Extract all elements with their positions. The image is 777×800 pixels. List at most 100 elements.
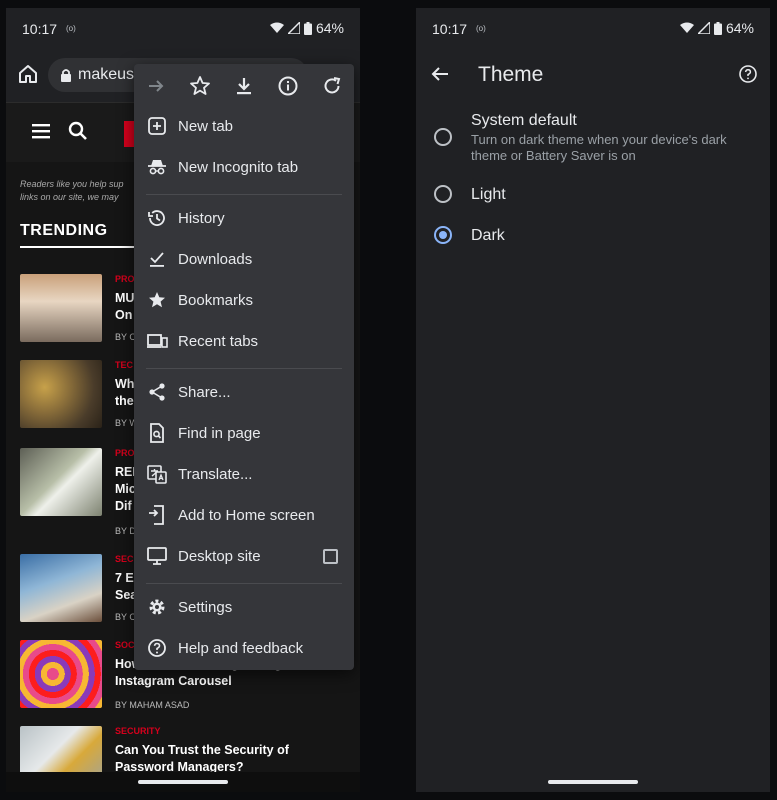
gesture-nav-bar bbox=[6, 772, 360, 792]
history-icon bbox=[148, 210, 165, 226]
menu-item-bookmarks[interactable]: Bookmarks bbox=[134, 280, 354, 321]
desktop-icon bbox=[147, 547, 167, 565]
trending-heading: TRENDING bbox=[20, 222, 108, 239]
find-in-page-icon bbox=[150, 423, 164, 443]
settings-icon bbox=[149, 599, 165, 615]
chrome-browser-screen: 10:17 (o) 64% makeus Readers like you he… bbox=[6, 8, 360, 792]
menu-item-help-and-feedback[interactable]: Help and feedback bbox=[134, 628, 354, 669]
menu-divider bbox=[146, 194, 342, 195]
radio-button-selected[interactable] bbox=[434, 226, 452, 244]
option-label: Light bbox=[471, 186, 506, 203]
theme-option-light[interactable]: Light bbox=[416, 178, 770, 214]
menu-item-find-in-page[interactable]: Find in page bbox=[134, 413, 354, 454]
forward-icon[interactable] bbox=[144, 74, 168, 98]
hamburger-menu-icon[interactable] bbox=[32, 123, 50, 139]
article-category: PRO bbox=[115, 274, 135, 284]
recent-tabs-icon bbox=[147, 334, 168, 348]
article-category: SEC bbox=[115, 554, 134, 564]
option-label: Dark bbox=[471, 227, 505, 244]
article-title[interactable]: Can You Trust the Security of Password M… bbox=[115, 742, 345, 776]
status-bar: 10:17 (o) 64% bbox=[6, 8, 360, 48]
battery-icon bbox=[303, 21, 312, 35]
article-thumbnail[interactable] bbox=[20, 554, 102, 622]
article-category: SOC bbox=[115, 640, 135, 650]
menu-divider bbox=[146, 368, 342, 369]
lock-icon bbox=[61, 69, 71, 82]
back-arrow-icon[interactable] bbox=[430, 64, 450, 84]
incognito-icon bbox=[148, 160, 166, 175]
star-icon[interactable] bbox=[188, 74, 212, 98]
home-icon[interactable] bbox=[16, 62, 40, 86]
status-time: 10:17 bbox=[432, 21, 468, 37]
menu-item-recent-tabs[interactable]: Recent tabs bbox=[134, 321, 354, 362]
menu-item-label: Find in page bbox=[178, 425, 261, 442]
help-icon bbox=[148, 639, 166, 657]
menu-item-share[interactable]: Share... bbox=[134, 372, 354, 413]
article-category: PRO bbox=[115, 448, 135, 458]
menu-item-label: Downloads bbox=[178, 251, 253, 268]
cast-indicator-icon: (o) bbox=[476, 24, 486, 33]
translate-icon bbox=[147, 465, 167, 484]
status-bar: 10:17 (o) 64% bbox=[416, 8, 770, 48]
article-byline: BY C bbox=[115, 332, 136, 342]
article-thumbnail[interactable] bbox=[20, 640, 102, 708]
help-icon[interactable] bbox=[738, 64, 758, 84]
article-byline: BY MAHAM ASAD bbox=[115, 700, 190, 710]
menu-item-new-tab[interactable]: New tab bbox=[134, 106, 354, 147]
menu-item-label: Share... bbox=[178, 384, 231, 401]
theme-settings-screen: 10:17 (o) 64% Theme System default Turn … bbox=[416, 8, 770, 792]
download-icon[interactable] bbox=[232, 74, 256, 98]
menu-item-history[interactable]: History bbox=[134, 198, 354, 239]
page-title: Theme bbox=[478, 63, 544, 86]
battery-icon bbox=[713, 21, 722, 35]
heading-underline bbox=[20, 246, 140, 248]
menu-item-label: Desktop site bbox=[178, 548, 261, 565]
downloads-icon bbox=[150, 252, 164, 267]
menu-item-new-incognito-tab[interactable]: New Incognito tab bbox=[134, 147, 354, 188]
info-icon[interactable] bbox=[276, 74, 300, 98]
menu-item-label: Settings bbox=[178, 599, 233, 616]
article-byline: BY D bbox=[115, 526, 136, 536]
new-tab-icon bbox=[148, 117, 166, 135]
home-gesture-handle[interactable] bbox=[548, 780, 638, 784]
menu-item-label: Recent tabs bbox=[178, 333, 259, 350]
wifi-icon bbox=[269, 22, 284, 33]
menu-divider bbox=[146, 583, 342, 584]
menu-item-settings[interactable]: Settings bbox=[134, 587, 354, 628]
article-thumbnail[interactable] bbox=[20, 360, 102, 428]
menu-item-label: Translate... bbox=[178, 466, 253, 483]
search-icon[interactable] bbox=[68, 121, 88, 141]
article-category: SECURITY bbox=[115, 726, 161, 736]
article-thumbnail[interactable] bbox=[20, 274, 102, 342]
option-label: System default bbox=[471, 112, 577, 129]
chrome-overflow-menu: New tab New Incognito tab History Downlo… bbox=[134, 64, 354, 670]
article-thumbnail[interactable] bbox=[20, 448, 102, 516]
menu-item-desktop-site[interactable]: Desktop site bbox=[134, 536, 354, 577]
gesture-nav-bar bbox=[416, 772, 770, 792]
desktop-site-checkbox[interactable] bbox=[323, 549, 338, 564]
app-bar: Theme bbox=[416, 48, 770, 104]
menu-item-label: Bookmarks bbox=[178, 292, 254, 309]
menu-item-label: New tab bbox=[178, 118, 234, 135]
option-description: Turn on dark theme when your device's da… bbox=[471, 132, 727, 163]
menu-item-downloads[interactable]: Downloads bbox=[134, 239, 354, 280]
theme-option-system-default[interactable]: System default Turn on dark theme when y… bbox=[416, 108, 770, 170]
battery-percent: 64% bbox=[725, 20, 754, 36]
url-text: makeus bbox=[78, 66, 135, 83]
signal-icon bbox=[697, 22, 710, 34]
menu-action-row bbox=[134, 64, 354, 108]
menu-item-label: Add to Home screen bbox=[178, 507, 315, 524]
home-gesture-handle[interactable] bbox=[138, 780, 228, 784]
radio-button[interactable] bbox=[434, 128, 452, 146]
theme-option-dark[interactable]: Dark bbox=[416, 219, 770, 255]
status-time: 10:17 bbox=[22, 21, 58, 37]
wifi-icon bbox=[679, 22, 694, 33]
menu-item-add-to-home-screen[interactable]: Add to Home screen bbox=[134, 495, 354, 536]
menu-item-translate[interactable]: Translate... bbox=[134, 454, 354, 495]
add-home-icon bbox=[149, 505, 164, 525]
signal-icon bbox=[287, 22, 300, 34]
menu-item-label: Help and feedback bbox=[178, 640, 304, 657]
share-icon bbox=[149, 383, 165, 401]
radio-button[interactable] bbox=[434, 185, 452, 203]
refresh-icon[interactable] bbox=[320, 74, 344, 98]
